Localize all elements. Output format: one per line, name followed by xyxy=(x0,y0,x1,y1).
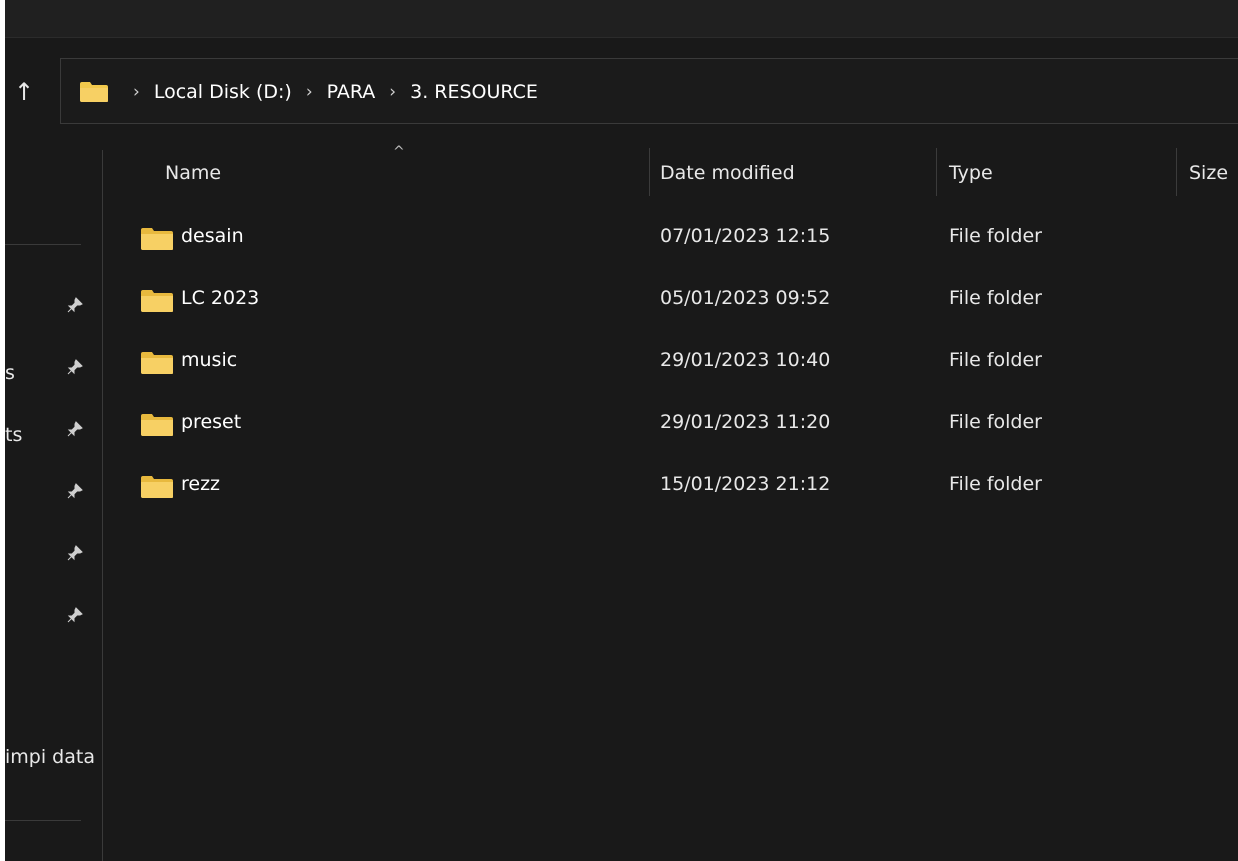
file-name: music xyxy=(181,349,238,371)
chevron-right-icon[interactable]: › xyxy=(306,82,313,102)
column-divider[interactable] xyxy=(1176,148,1177,196)
quick-access-item[interactable]: s xyxy=(5,362,15,384)
folder-icon xyxy=(141,476,173,498)
quick-access-item[interactable]: ts xyxy=(5,424,22,446)
sort-ascending-icon: ^ xyxy=(393,144,405,160)
folder-icon xyxy=(141,228,173,250)
list-item[interactable]: rezz 15/01/2023 21:12 File folder xyxy=(103,456,1238,518)
file-name: rezz xyxy=(181,473,221,495)
list-item[interactable]: preset 29/01/2023 11:20 File folder xyxy=(103,394,1238,456)
folder-icon xyxy=(80,82,108,102)
chevron-right-icon[interactable]: › xyxy=(133,82,140,102)
date-modified: 07/01/2023 12:15 xyxy=(660,225,831,247)
column-divider[interactable] xyxy=(936,148,937,196)
pin-icon[interactable] xyxy=(63,482,87,506)
breadcrumb: › Local Disk (D:) › PARA › 3. RESOURCE xyxy=(119,77,538,107)
column-type[interactable]: Type xyxy=(949,162,993,184)
file-name: LC 2023 xyxy=(181,287,260,309)
file-name: preset xyxy=(181,411,242,433)
column-date-modified[interactable]: Date modified xyxy=(660,162,795,184)
pin-icon-glyph xyxy=(67,545,83,561)
file-type: File folder xyxy=(949,287,1042,309)
title-bar xyxy=(0,0,1238,38)
folder-icon xyxy=(141,352,173,374)
title-bar-divider xyxy=(0,37,1238,38)
breadcrumb-local-disk[interactable]: Local Disk (D:) xyxy=(154,81,292,103)
pin-icon-glyph xyxy=(67,297,83,313)
pin-icon-glyph xyxy=(67,483,83,499)
nav-divider xyxy=(5,820,81,821)
file-type: File folder xyxy=(949,349,1042,371)
pin-icon[interactable] xyxy=(63,420,87,444)
folder-icon xyxy=(141,414,173,436)
pin-icon[interactable] xyxy=(63,544,87,568)
nav-item[interactable]: impi data xyxy=(5,746,103,768)
pin-icon[interactable] xyxy=(63,296,87,320)
folder-icon xyxy=(141,290,173,312)
pin-icon[interactable] xyxy=(63,358,87,382)
date-modified: 15/01/2023 21:12 xyxy=(660,473,831,495)
address-bar[interactable]: › Local Disk (D:) › PARA › 3. RESOURCE xyxy=(60,58,1238,124)
date-modified: 29/01/2023 10:40 xyxy=(660,349,831,371)
pin-icon-glyph xyxy=(67,607,83,623)
file-type: File folder xyxy=(949,411,1042,433)
column-size[interactable]: Size xyxy=(1189,162,1228,184)
pin-icon-glyph xyxy=(67,421,83,437)
column-divider[interactable] xyxy=(649,148,650,196)
list-item[interactable]: desain 07/01/2023 12:15 File folder xyxy=(103,208,1238,270)
column-header: ^ Name Date modified Type Size xyxy=(103,140,1238,210)
date-modified: 05/01/2023 09:52 xyxy=(660,287,831,309)
list-item[interactable]: LC 2023 05/01/2023 09:52 File folder xyxy=(103,270,1238,332)
file-type: File folder xyxy=(949,225,1042,247)
navigation-pane: s ts impi data xyxy=(5,140,103,861)
breadcrumb-para[interactable]: PARA xyxy=(327,81,376,103)
pin-icon-glyph xyxy=(67,359,83,375)
file-name: desain xyxy=(181,225,244,247)
pin-icon[interactable] xyxy=(63,606,87,630)
up-button[interactable]: ↑ xyxy=(6,72,42,112)
date-modified: 29/01/2023 11:20 xyxy=(660,411,831,433)
nav-divider xyxy=(5,244,81,245)
column-name[interactable]: Name xyxy=(165,162,221,184)
file-type: File folder xyxy=(949,473,1042,495)
breadcrumb-resource[interactable]: 3. RESOURCE xyxy=(410,81,538,103)
list-item[interactable]: music 29/01/2023 10:40 File folder xyxy=(103,332,1238,394)
chevron-right-icon[interactable]: › xyxy=(389,82,396,102)
